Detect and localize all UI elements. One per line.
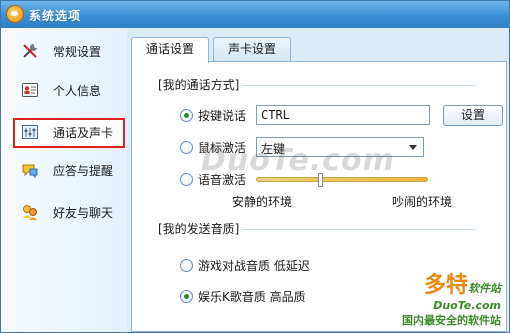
slider-max-label: 吵闹的环境 bbox=[392, 195, 453, 209]
watermark-center: DuoTe.com bbox=[201, 143, 395, 178]
group-label-call-mode: [我的通话方式] bbox=[158, 78, 240, 92]
sidebar-item-call-soundcard[interactable]: 通话及声卡 bbox=[13, 118, 125, 148]
group-label-quality: [我的发送音质] bbox=[158, 222, 240, 236]
title-bar: 系统选项 bbox=[1, 1, 509, 28]
app-logo-icon bbox=[6, 5, 24, 23]
watermark-tagline: 国内最安全的软件站 bbox=[402, 314, 501, 327]
watermark-brand: 多特软件站 DuoTe.com bbox=[424, 267, 501, 312]
sidebar-item-profile[interactable]: 个人信息 bbox=[13, 76, 123, 104]
radio-karaoke-quality[interactable] bbox=[180, 290, 193, 303]
radio-mouse[interactable] bbox=[180, 141, 193, 154]
options-window: 系统选项 常规设置 个人信息 通话及声卡 应答与提醒 好友与聊天 通话设置 声卡… bbox=[0, 0, 510, 333]
sidebar-item-label: 好友与聊天 bbox=[53, 206, 114, 220]
chat-bubble-icon bbox=[22, 164, 38, 179]
sidebar-item-general[interactable]: 常规设置 bbox=[13, 37, 123, 65]
group-divider bbox=[242, 85, 476, 86]
radio-voice[interactable] bbox=[180, 173, 193, 186]
tab-soundcard-settings[interactable]: 声卡设置 bbox=[213, 37, 291, 61]
group-divider bbox=[242, 229, 476, 230]
sidebar: 常规设置 个人信息 通话及声卡 应答与提醒 好友与聊天 bbox=[1, 28, 128, 332]
hotkey-input[interactable]: CTRL bbox=[256, 105, 430, 125]
radio-hotkey[interactable] bbox=[180, 109, 193, 122]
watermark-brand-name: 多特 bbox=[423, 273, 468, 298]
set-hotkey-button[interactable]: 设置 bbox=[443, 105, 503, 126]
watermark-brand-suffix: 软件站 bbox=[468, 282, 501, 295]
sidebar-item-response-reminder[interactable]: 应答与提醒 bbox=[13, 156, 123, 184]
sidebar-item-label: 常规设置 bbox=[53, 45, 102, 59]
sidebar-item-label: 个人信息 bbox=[53, 84, 102, 98]
tools-icon bbox=[23, 44, 37, 58]
equalizer-icon bbox=[22, 125, 38, 139]
tab-call-settings[interactable]: 通话设置 bbox=[131, 37, 209, 63]
friends-icon bbox=[23, 205, 37, 220]
radio-game-quality[interactable] bbox=[180, 259, 193, 272]
slider-min-label: 安静的环境 bbox=[232, 195, 293, 209]
sidebar-item-friends-chat[interactable]: 好友与聊天 bbox=[13, 198, 123, 226]
option-label-game-quality: 游戏对战音质 低延迟 bbox=[198, 259, 310, 273]
option-label-hotkey: 按键说话 bbox=[198, 109, 247, 123]
chevron-down-icon bbox=[409, 145, 417, 150]
sidebar-item-label: 应答与提醒 bbox=[53, 164, 114, 178]
id-card-icon bbox=[22, 83, 38, 97]
watermark-domain: DuoTe.com bbox=[433, 299, 501, 312]
window-title: 系统选项 bbox=[29, 9, 82, 23]
option-label-karaoke-quality: 娱乐K歌音质 高品质 bbox=[198, 290, 306, 304]
sidebar-item-label: 通话及声卡 bbox=[53, 126, 114, 140]
